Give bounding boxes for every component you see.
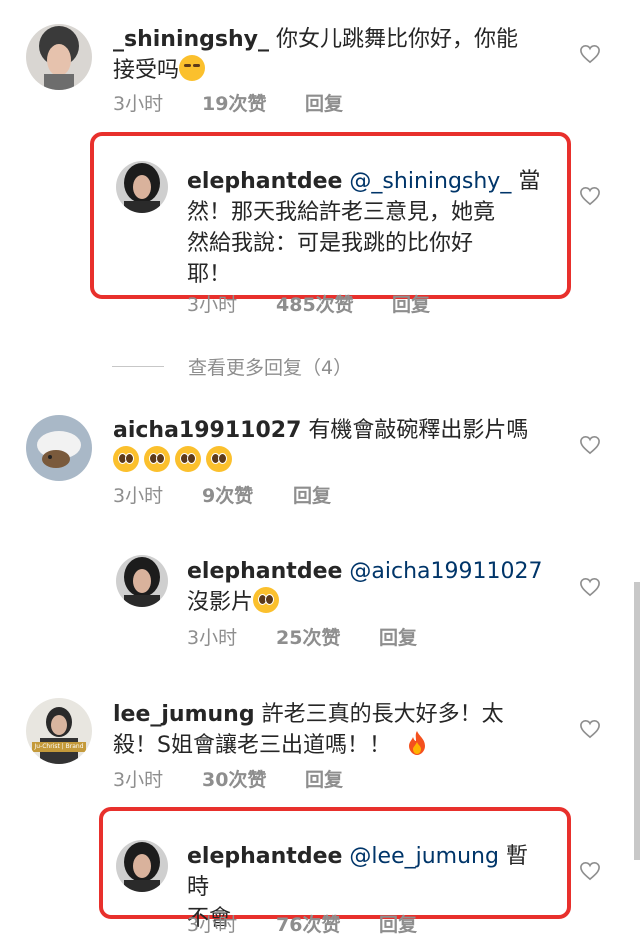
- comment-time: 3小时: [187, 294, 238, 316]
- likes-count[interactable]: 76次赞: [276, 912, 340, 938]
- likes-count[interactable]: 9次赞: [202, 483, 253, 509]
- comment-text: lee_jumung 許老三真的長大好多！太 殺！S姐會讓老三出道嗎！！: [113, 702, 504, 758]
- comment-time: 3小时: [113, 485, 164, 507]
- comment-username[interactable]: aicha19911027: [113, 418, 301, 443]
- avatar[interactable]: [26, 24, 92, 90]
- comment-username[interactable]: elephantdee: [187, 169, 342, 194]
- likes-count[interactable]: 30次赞: [202, 767, 266, 793]
- avatar[interactable]: [116, 161, 168, 213]
- crying-emoji-icon: [253, 587, 280, 613]
- view-more-label[interactable]: 查看更多回复（4）: [188, 353, 352, 380]
- avatar[interactable]: Ju-Christ | Brand: [26, 698, 92, 764]
- comment-username[interactable]: _shiningshy_: [113, 27, 269, 52]
- reply-button[interactable]: 回复: [305, 767, 343, 793]
- mention-link[interactable]: @_shiningshy_: [349, 169, 511, 194]
- comment-meta: 3小时 9次赞 回复: [113, 483, 413, 509]
- pleading-emoji-icon: [113, 446, 139, 472]
- likes-count[interactable]: 25次赞: [276, 625, 340, 651]
- scrollbar[interactable]: [634, 582, 640, 860]
- reply-button[interactable]: 回复: [379, 625, 417, 651]
- avatar[interactable]: [26, 415, 92, 481]
- comment-meta: 3小时 76次赞 回复: [187, 912, 487, 938]
- divider: [112, 365, 164, 367]
- comment-username[interactable]: elephantdee: [187, 844, 342, 869]
- comment-text: elephantdee @aicha19911027 沒影片: [187, 559, 543, 615]
- view-more-replies[interactable]: 查看更多回复（4）: [112, 352, 352, 380]
- comment-meta: 3小时 19次赞 回复: [113, 91, 413, 117]
- comment-text: elephantdee @_shiningshy_ 當 然！那天我給許老三意見，…: [187, 169, 541, 287]
- avatar[interactable]: [116, 555, 168, 607]
- mention-link[interactable]: @lee_jumung: [349, 844, 499, 869]
- reply-button[interactable]: 回复: [305, 91, 343, 117]
- like-heart-icon[interactable]: [579, 44, 601, 64]
- avatar[interactable]: [116, 840, 168, 892]
- comment-time: 3小时: [113, 769, 164, 791]
- pleading-emoji-icon: [206, 446, 232, 472]
- pleading-emoji-icon: [144, 446, 170, 472]
- reply-button[interactable]: 回复: [379, 912, 417, 938]
- reply-button[interactable]: 回复: [392, 292, 430, 318]
- comment-meta: 3小时 485次赞 回复: [187, 292, 487, 318]
- likes-count[interactable]: 485次赞: [276, 292, 354, 318]
- mention-link[interactable]: @aicha19911027: [349, 559, 542, 584]
- comment-username[interactable]: lee_jumung: [113, 702, 255, 727]
- emoji-row: [113, 446, 237, 477]
- comment-time: 3小时: [187, 627, 238, 649]
- like-heart-icon[interactable]: [579, 719, 601, 739]
- laugh-emoji-icon: [179, 55, 206, 81]
- comment-time: 3小时: [113, 93, 164, 115]
- comment-meta: 3小时 25次赞 回复: [187, 625, 487, 651]
- comment-time: 3小时: [187, 914, 238, 936]
- comment-text: _shiningshy_ 你女儿跳舞比你好，你能 接受吗: [113, 27, 519, 83]
- like-heart-icon[interactable]: [579, 435, 601, 455]
- pleading-emoji-icon: [175, 446, 201, 472]
- reply-button[interactable]: 回复: [293, 483, 331, 509]
- like-heart-icon[interactable]: [579, 186, 601, 206]
- fire-emoji-icon: [408, 731, 425, 755]
- avatar-badge-text: Ju-Christ | Brand: [34, 743, 84, 750]
- comment-username[interactable]: elephantdee: [187, 559, 342, 584]
- like-heart-icon[interactable]: [579, 577, 601, 597]
- comment-meta: 3小时 30次赞 回复: [113, 767, 413, 793]
- likes-count[interactable]: 19次赞: [202, 91, 266, 117]
- like-heart-icon[interactable]: [579, 861, 601, 881]
- comment-text: aicha19911027 有機會敲碗釋出影片嗎: [113, 415, 553, 477]
